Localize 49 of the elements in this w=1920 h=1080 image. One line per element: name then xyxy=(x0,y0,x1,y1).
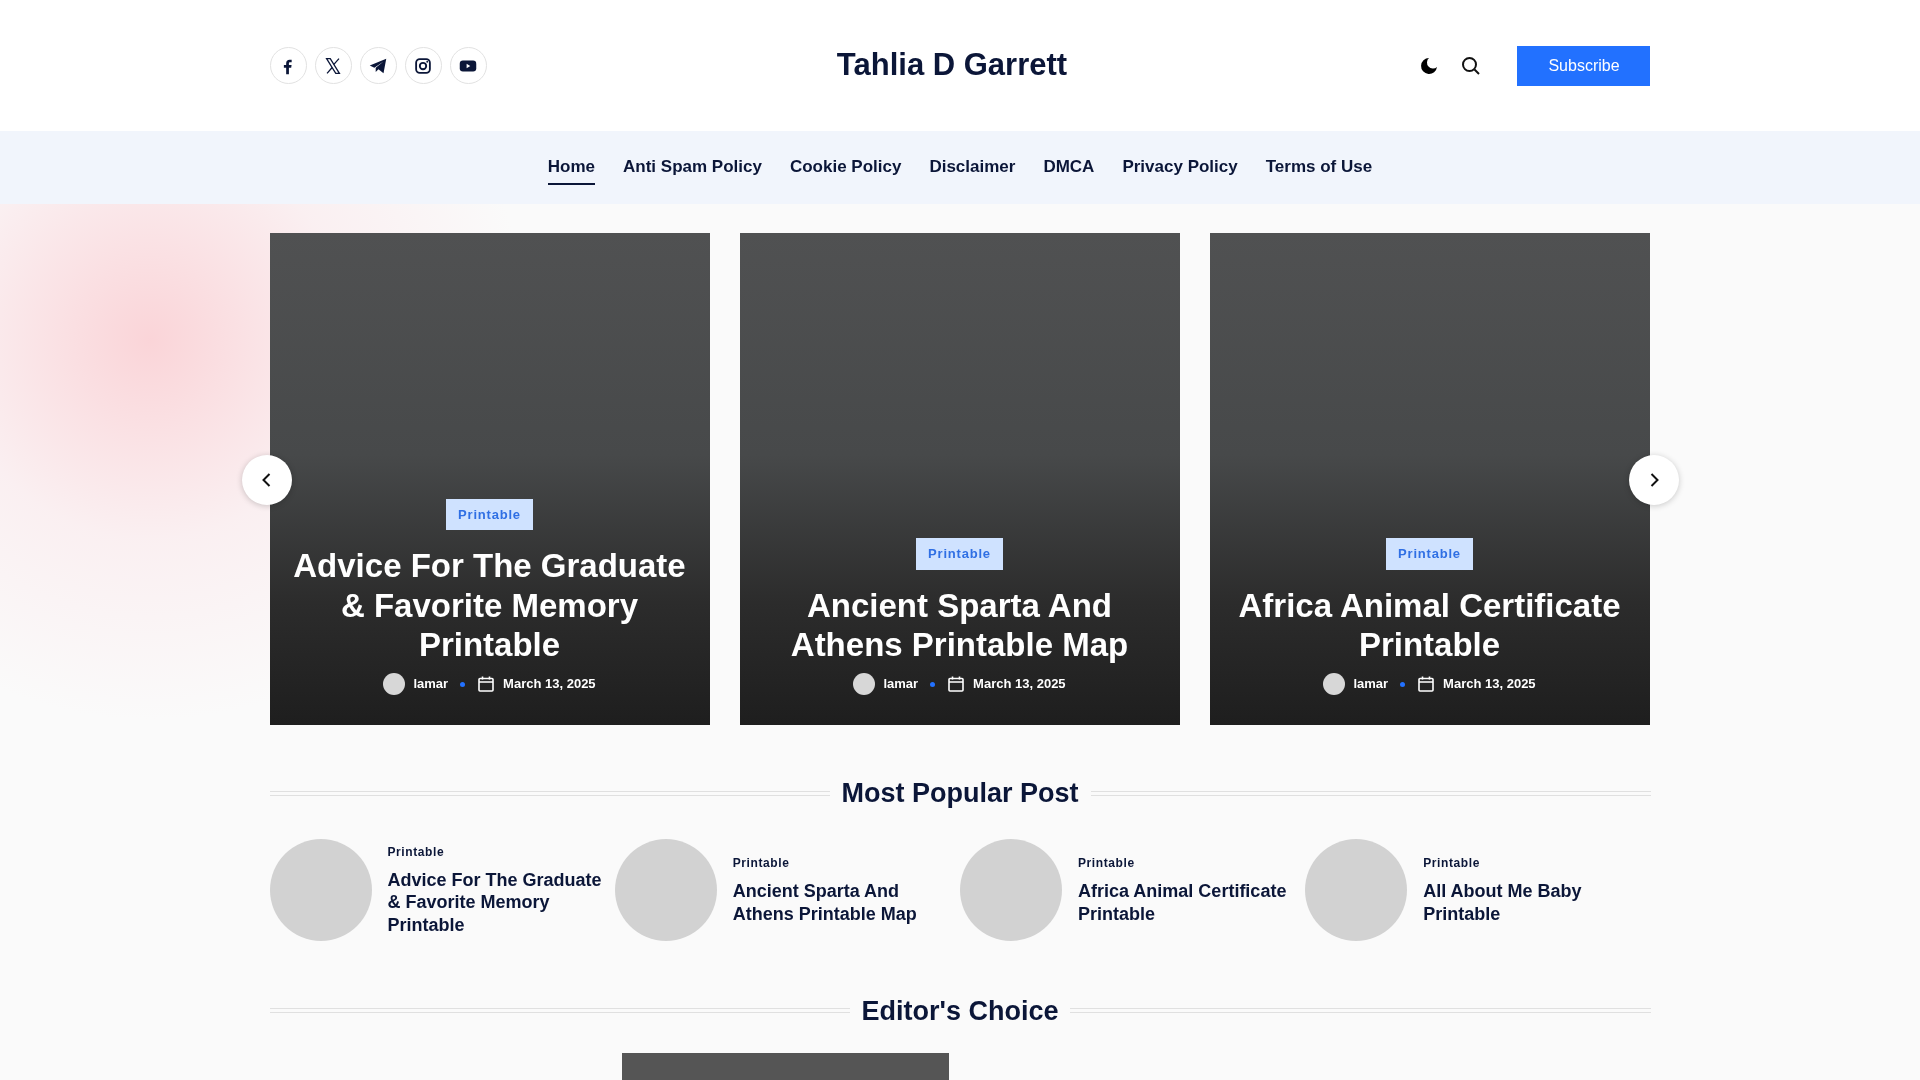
x-icon[interactable] xyxy=(314,47,352,84)
nav-link[interactable]: Disclaimer xyxy=(929,149,1016,186)
category-label[interactable]: Printable xyxy=(732,854,952,872)
post-date: March 13, 2025 xyxy=(973,675,1066,694)
section-heading: Most Popular Post xyxy=(841,777,1079,810)
avatar-icon xyxy=(383,673,406,695)
camera-icon[interactable] xyxy=(404,47,442,84)
post-date: March 13, 2025 xyxy=(1443,675,1536,694)
category-label[interactable]: Printable xyxy=(387,842,607,861)
slide-title[interactable]: Advice For The Graduate & Favorite Memory Printable xyxy=(289,546,690,665)
post-title[interactable]: Africa Animal Certificate Printable xyxy=(1078,880,1298,925)
nav-link[interactable]: Cookie Policy xyxy=(789,149,902,186)
nav-link[interactable]: Home xyxy=(547,149,596,186)
category-label[interactable]: Printable xyxy=(1078,854,1298,872)
nav-link[interactable]: DMCA xyxy=(1043,149,1095,186)
calendar-icon xyxy=(947,675,966,693)
subscribe-button[interactable]: Subscribe xyxy=(1517,45,1651,86)
paper-plane-icon[interactable] xyxy=(359,47,397,84)
calendar-icon xyxy=(1417,675,1436,693)
slide-card[interactable]: Printable Africa Animal Certificate Printable lamar March 13, 2025 xyxy=(1209,233,1650,725)
post-title[interactable]: Advice For The Graduate & Favorite Memory Printable xyxy=(387,868,607,937)
previous-arrow-button[interactable] xyxy=(241,455,292,505)
site-title[interactable]: Tahlia D Garrett xyxy=(836,42,1068,89)
category-tag[interactable]: Printable xyxy=(1386,538,1473,570)
nav-link[interactable]: Terms of Use xyxy=(1265,149,1373,186)
nav-link[interactable]: Anti Spam Policy xyxy=(623,149,762,186)
author-name[interactable]: lamar xyxy=(1353,674,1389,694)
play-icon[interactable] xyxy=(449,47,487,84)
slide-card[interactable]: Printable Ancient Sparta And Athens Printable Map lamar March 13, 2025 xyxy=(739,233,1180,725)
facebook-icon[interactable] xyxy=(269,47,307,84)
avatar-icon xyxy=(1323,673,1346,695)
separator-dot xyxy=(460,681,466,687)
separator-dot xyxy=(1400,681,1406,687)
category-tag[interactable]: Printable xyxy=(916,538,1003,570)
slide-card[interactable]: Printable Advice For The Graduate & Favorite Memory Printable lamar March 13, 2025 xyxy=(269,233,710,725)
post-title[interactable]: All About Me Baby Printable xyxy=(1423,880,1643,925)
author-name[interactable]: lamar xyxy=(883,674,919,694)
author-name[interactable]: lamar xyxy=(413,674,449,694)
section-heading: Editor's Choice xyxy=(861,994,1059,1028)
post-title[interactable]: Ancient Sparta And Athens Printable Map xyxy=(732,880,952,925)
separator-dot xyxy=(930,681,936,687)
category-tag[interactable]: Printable xyxy=(446,498,533,531)
calendar-icon xyxy=(477,675,496,693)
slide-title[interactable]: Ancient Sparta And Athens Printable Map xyxy=(759,585,1160,665)
category-label[interactable]: Printable xyxy=(1423,854,1643,872)
slide-title[interactable]: Africa Animal Certificate Printable xyxy=(1229,585,1630,665)
post-date: March 13, 2025 xyxy=(503,675,596,694)
avatar-icon xyxy=(853,673,876,695)
nav-link[interactable]: Privacy Policy xyxy=(1122,149,1238,186)
